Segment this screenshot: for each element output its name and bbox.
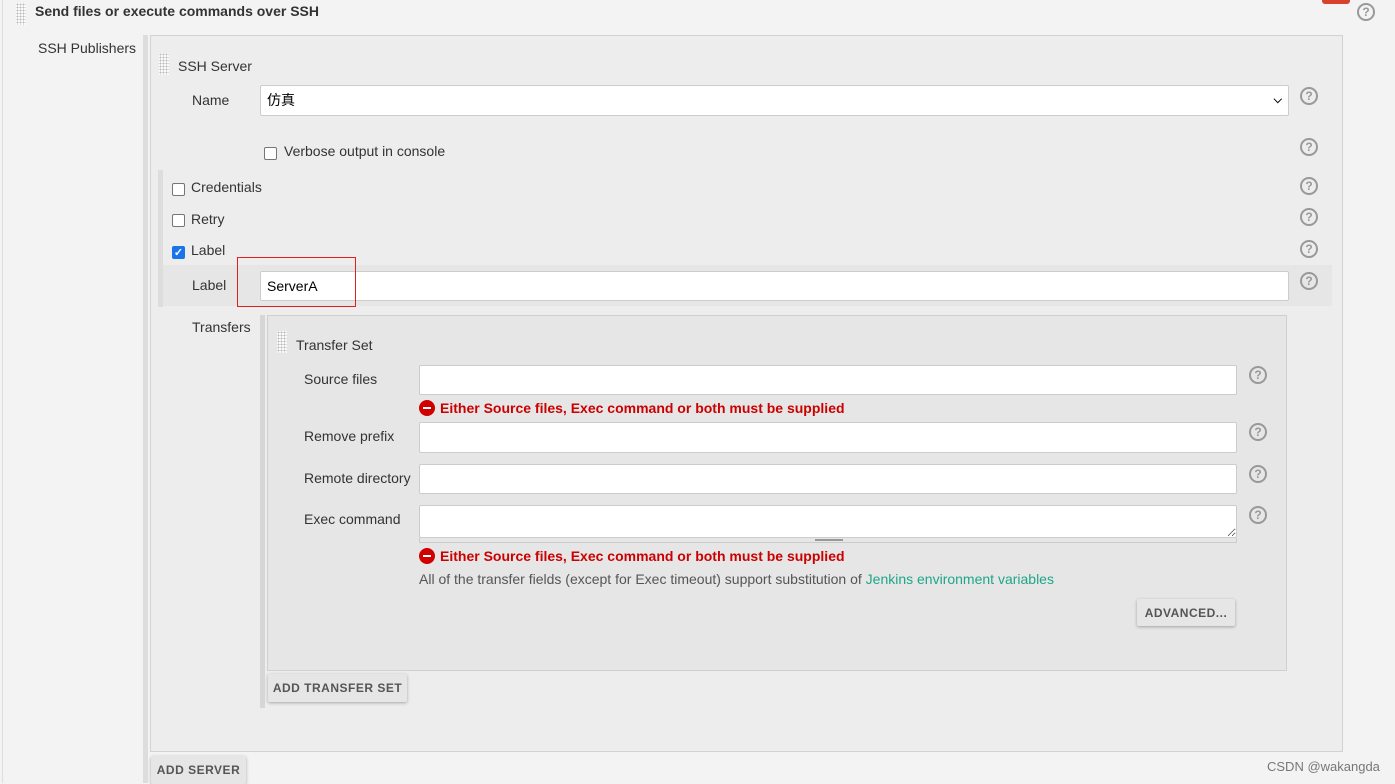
name-select[interactable]: 仿真 ⌵ <box>260 85 1289 116</box>
advanced-button[interactable]: ADVANCED... <box>1137 599 1235 626</box>
source-files-input[interactable] <box>419 365 1237 395</box>
help-icon[interactable]: ? <box>1249 506 1267 524</box>
name-label: Name <box>192 92 230 108</box>
verbose-checkbox[interactable] <box>264 147 277 160</box>
credentials-checkbox[interactable] <box>172 183 185 196</box>
add-transfer-set-button[interactable]: ADD TRANSFER SET <box>268 674 407 702</box>
transfer-set-title: Transfer Set <box>296 337 373 353</box>
top-red-button[interactable] <box>1322 0 1350 4</box>
name-value: 仿真 <box>267 92 295 108</box>
highlight-box <box>237 257 356 307</box>
remote-directory-label: Remote directory <box>304 470 411 486</box>
section-title: Send files or execute commands over SSH <box>35 3 319 19</box>
drag-handle-icon[interactable] <box>16 3 26 25</box>
help-icon[interactable]: ? <box>1357 3 1375 21</box>
remove-prefix-label: Remove prefix <box>304 428 395 444</box>
drag-handle-icon[interactable] <box>159 53 169 75</box>
help-icon[interactable]: ? <box>1300 208 1318 226</box>
exec-command-label: Exec command <box>304 511 401 527</box>
watermark: CSDN @wakangda <box>1267 759 1380 774</box>
left-border <box>2 0 3 783</box>
help-icon[interactable]: ? <box>1300 240 1318 258</box>
verbose-label: Verbose output in console <box>284 143 446 159</box>
help-icon[interactable]: ? <box>1300 177 1318 195</box>
help-icon[interactable]: ? <box>1249 423 1267 441</box>
label-input[interactable] <box>260 271 1289 301</box>
source-files-error: Either Source files, Exec command or bot… <box>419 400 845 416</box>
retry-label: Retry <box>191 211 225 227</box>
textarea-resize-bar[interactable] <box>419 538 1237 543</box>
substitution-note: All of the transfer fields (except for E… <box>419 571 1054 587</box>
remote-directory-input[interactable] <box>419 464 1237 494</box>
credentials-label: Credentials <box>191 179 262 195</box>
label-field-label: Label <box>192 277 227 293</box>
help-icon[interactable]: ? <box>1300 87 1318 105</box>
chevron-down-icon: ⌵ <box>1273 94 1282 106</box>
env-variables-link[interactable]: Jenkins environment variables <box>866 571 1054 587</box>
transfers-bar <box>260 315 265 708</box>
ssh-publishers-label: SSH Publishers <box>38 40 137 56</box>
transfers-label: Transfers <box>192 319 251 335</box>
exec-command-error: Either Source files, Exec command or bot… <box>419 548 845 564</box>
drag-handle-icon[interactable] <box>277 331 287 353</box>
help-icon[interactable]: ? <box>1249 465 1267 483</box>
note-text: All of the transfer fields (except for E… <box>419 571 866 587</box>
retry-checkbox[interactable] <box>172 214 185 227</box>
ssh-server-title: SSH Server <box>178 58 252 74</box>
source-files-label: Source files <box>304 371 378 387</box>
help-icon[interactable]: ? <box>1300 138 1318 156</box>
label-checkbox[interactable]: ✓ <box>172 246 185 259</box>
help-icon[interactable]: ? <box>1249 366 1267 384</box>
vertical-bar <box>143 35 148 783</box>
label-toggle-label: Label <box>191 242 226 258</box>
exec-command-textarea[interactable] <box>419 505 1237 538</box>
remove-prefix-input[interactable] <box>419 422 1237 453</box>
add-server-button[interactable]: ADD SERVER <box>151 756 246 784</box>
help-icon[interactable]: ? <box>1300 272 1318 290</box>
